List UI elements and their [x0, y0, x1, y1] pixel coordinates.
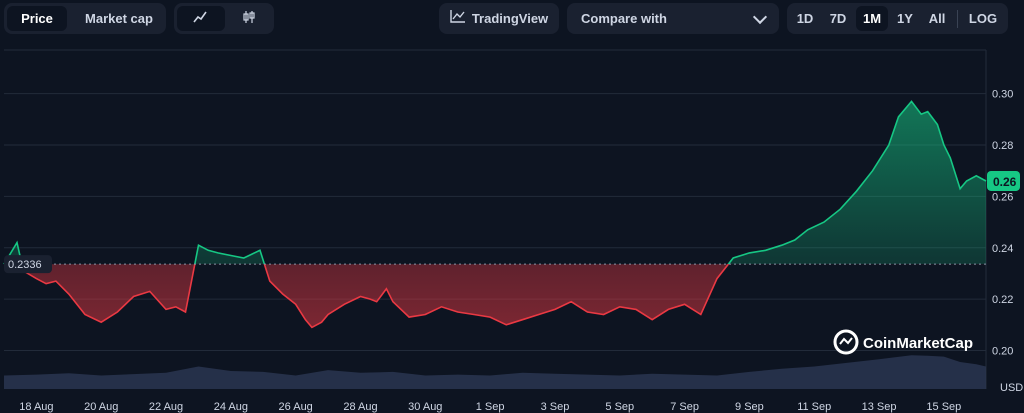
x-tick-label: 11 Sep: [797, 401, 831, 413]
range-all[interactable]: All: [922, 6, 952, 31]
y-tick-label: 0.26: [992, 191, 1013, 203]
y-tick-label: 0.30: [992, 89, 1013, 101]
watermark-text: CoinMarketCap: [863, 335, 973, 352]
x-tick-label: 13 Sep: [862, 401, 897, 413]
x-tick-label: 7 Sep: [670, 401, 699, 413]
range-7d[interactable]: 7D: [823, 6, 853, 31]
x-tick-label: 18 Aug: [19, 401, 53, 413]
x-tick-label: 5 Sep: [605, 401, 634, 413]
x-tick-label: 1 Sep: [476, 401, 505, 413]
chevron-down-icon: [752, 9, 768, 24]
x-tick-label: 15 Sep: [926, 401, 961, 413]
x-tick-label: 24 Aug: [214, 401, 248, 413]
tradingview-label: TradingView: [471, 11, 549, 26]
tab-market-cap[interactable]: Market cap: [74, 6, 164, 31]
line-chart-button[interactable]: [177, 6, 225, 31]
y-tick-label: 0.20: [992, 345, 1013, 357]
range-1m[interactable]: 1M: [856, 6, 888, 31]
log-scale-button[interactable]: LOG: [963, 6, 1003, 31]
candlestick-button[interactable]: [226, 6, 272, 31]
range-selector: 1D 7D 1M 1Y All LOG: [787, 3, 1008, 34]
candlestick-icon: [241, 10, 257, 27]
coinmarketcap-logo-mark: [839, 337, 853, 345]
x-tick-label: 9 Sep: [735, 401, 764, 413]
y-tick-label: 0.22: [992, 294, 1013, 306]
chart-icon: [450, 9, 466, 28]
x-tick-label: 20 Aug: [84, 401, 118, 413]
tradingview-button[interactable]: TradingView: [439, 3, 559, 34]
x-tick-label: 30 Aug: [408, 401, 442, 413]
x-tick-label: 3 Sep: [541, 401, 570, 413]
line-chart-icon: [193, 10, 209, 27]
range-1d[interactable]: 1D: [791, 6, 819, 31]
baseline-label: 0.2336: [8, 259, 42, 271]
y-tick-label: 0.28: [992, 140, 1013, 152]
currency-label: USD: [1000, 382, 1023, 394]
tab-price[interactable]: Price: [7, 6, 67, 31]
x-tick-label: 22 Aug: [149, 401, 183, 413]
chart-style-toggle: [174, 3, 274, 34]
range-1y[interactable]: 1Y: [891, 6, 919, 31]
price-chart: 0.20 0.22 0.24 0.26 0.28 0.30 0.2336 0.26 18 Aug…: [3, 49, 1023, 413]
compare-dropdown[interactable]: Compare with: [567, 3, 779, 34]
x-tick-label: 26 Aug: [279, 401, 313, 413]
compare-label: Compare with: [581, 11, 667, 26]
y-tick-label: 0.24: [992, 243, 1013, 255]
current-price-label: 0.26: [993, 175, 1017, 189]
price-marketcap-toggle: Price Market cap: [4, 3, 166, 34]
volume-area: [4, 355, 986, 389]
x-tick-label: 28 Aug: [343, 401, 377, 413]
divider: [957, 9, 958, 28]
